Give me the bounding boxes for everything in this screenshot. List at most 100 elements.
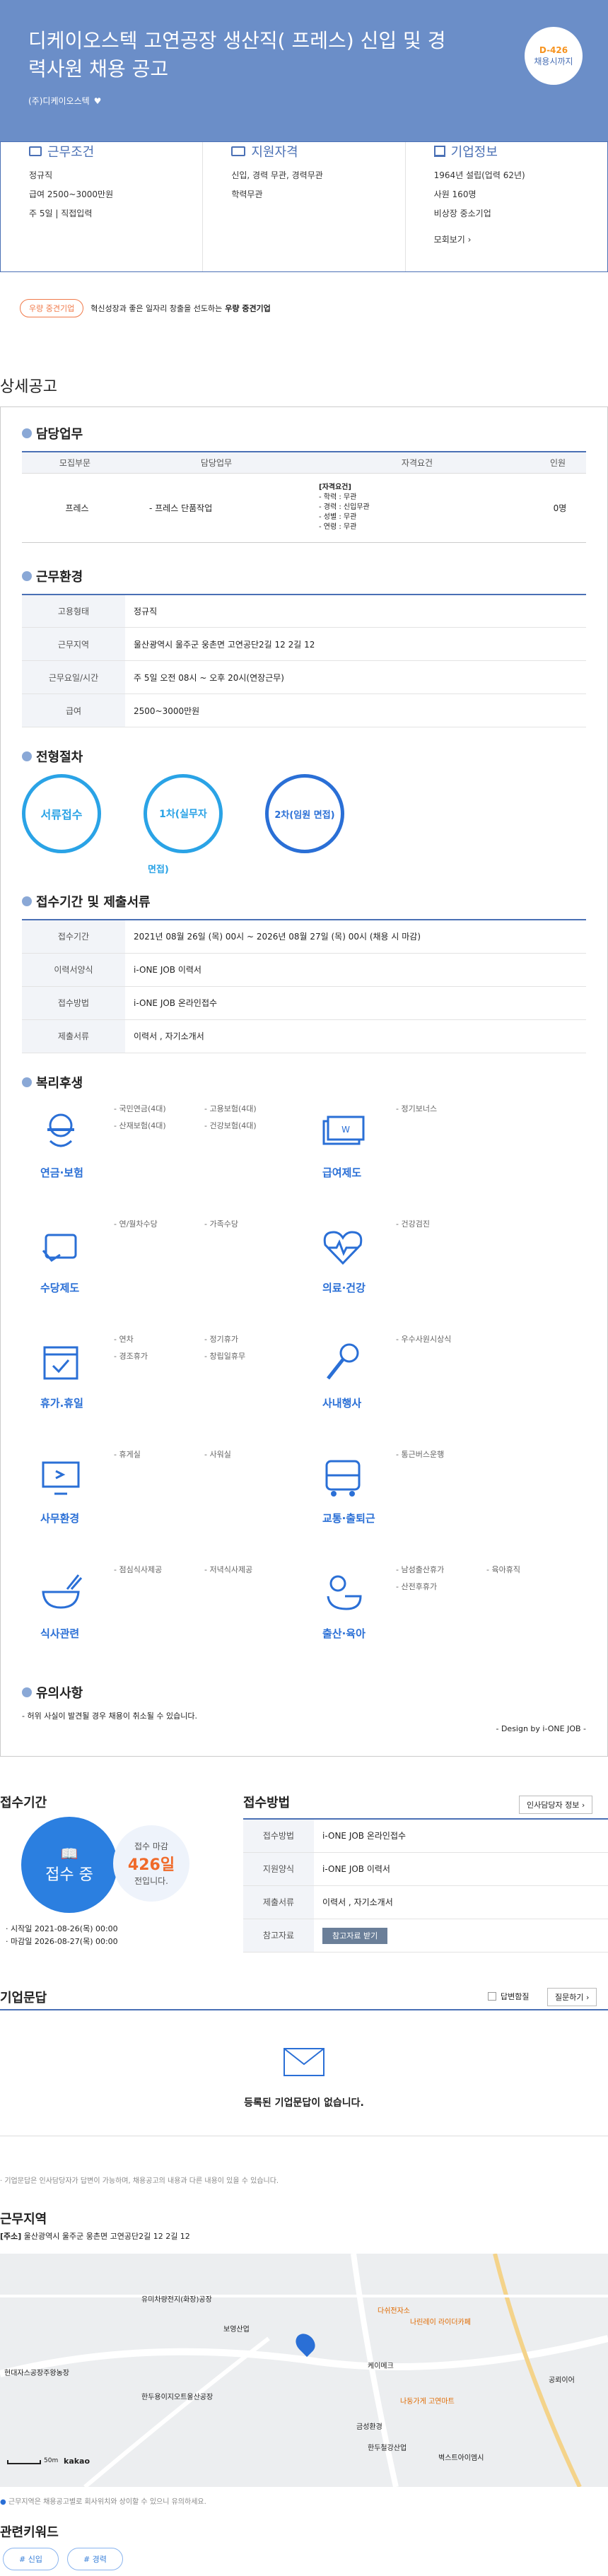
calendar-icon — [43, 1346, 78, 1379]
notice-text: - 허위 사실이 발견될 경우 채용이 취소될 수 있습니다. — [22, 1711, 197, 1721]
table-row: 접수기간 2021년 08월 26일 (목) 00시 ~ 2026년 08월 27… — [22, 920, 586, 954]
welfare-text: - 휴게실 — [114, 1449, 141, 1459]
welfare-label: 연금·보험 — [40, 1166, 83, 1179]
map-label: 금성환경 — [356, 2423, 382, 2431]
company-row: (주)디케이오스텍 ♥ — [28, 95, 580, 107]
notice-title: 유의사항 — [22, 1683, 586, 1702]
summary-line: 학력무관 — [231, 189, 263, 199]
checkbox[interactable] — [488, 1992, 496, 2001]
env-table: 고용형태 정규직 근무지역 울산광역시 울주군 웅촌면 고연공단2길 12 2길 1… — [22, 593, 586, 727]
welfare-text: - 정기보너스 — [396, 1103, 438, 1113]
welfare-text: - 남성출산휴가 — [396, 1564, 445, 1574]
answered-filter[interactable]: 답변함질 — [488, 1991, 529, 2002]
hr-info-button[interactable]: 인사담당자 정보 › — [519, 1796, 593, 1814]
welfare-texts: - 휴게실 - 사워실 — [114, 1448, 295, 1460]
row-key: 지원양식 — [243, 1852, 314, 1886]
summary-qualification: 지원자격 신입, 경력 무관, 경력무관 학력무관 — [203, 142, 406, 271]
id-card-icon — [231, 146, 246, 156]
map-label: 벽스트아이엠시 — [438, 2454, 484, 2462]
table-row: 제출서류 이력서 , 자기소개서 — [22, 1019, 586, 1053]
summary-line: 주 5일 | 직접입력 — [29, 209, 93, 218]
row-key: 제출서류 — [243, 1885, 314, 1919]
welfare-label: 수당제도 — [40, 1281, 80, 1294]
map-brand: kakao — [64, 2457, 90, 2466]
welfare-grid: 연금·보험 - 국민연금(4대) - 고용보험(4대) - 산재보험(4대) - 건강… — [22, 1100, 586, 1676]
summary-line: 사원 160명 — [433, 189, 477, 199]
summary-line: 1964년 설립(업력 62년) — [433, 170, 525, 180]
summary-qualification-title: 지원자격 — [251, 145, 298, 160]
row-key: 근무지역 — [22, 627, 125, 661]
row-value: 이력서 , 자기소개서 — [314, 1885, 608, 1919]
table-row: 이력서양식 i-ONE JOB 이력서 — [22, 953, 586, 987]
row-value: i-ONE JOB 온라인접수 — [125, 986, 586, 1020]
meal-icon — [42, 1574, 83, 1609]
money-icon: W — [322, 1116, 365, 1144]
period-title: 접수기간 — [0, 1796, 47, 1810]
company-name[interactable]: (주)디케이오스텍 — [28, 95, 90, 107]
keyword-chip[interactable]: # 신입 — [3, 2548, 59, 2570]
map-label: 한두철강산업 — [368, 2445, 407, 2452]
welfare-label: 식사관련 — [40, 1627, 80, 1640]
qa-empty-box: 등록된 기업문답이 없습니다. — [0, 2009, 608, 2136]
location-note: ● 근무지역은 채용공고별로 회사위치와 상이할 수 있으니 유의하세요. — [0, 2495, 206, 2506]
address-text: 울산광역시 울주군 웅촌면 고연공단2길 12 2길 12 — [23, 2232, 190, 2241]
map-scale: 50m — [44, 2457, 59, 2464]
welfare-label: 교통·출퇴근 — [322, 1511, 375, 1525]
th-count: 인원 — [530, 451, 586, 474]
table-row: 고용형태 정규직 — [22, 594, 586, 628]
welfare-item: W 급여제도 - 정기보너스 — [304, 1100, 586, 1215]
welfare-label: 사무환경 — [40, 1511, 80, 1525]
welfare-item: 수당제도 - 연/월차수당 - 가족수당 — [22, 1215, 304, 1330]
welfare-item: 사내행사 - 우수사원시상식 — [304, 1330, 586, 1446]
row-value: 2500~3000만원 — [125, 693, 586, 727]
process-title-text: 전형절차 — [36, 750, 83, 765]
heart-icon[interactable]: ♥ — [94, 96, 102, 106]
row-value: 주 5일 오전 08시 ~ 오후 20시(연장근무) — [125, 660, 586, 694]
book-icon: 📖 — [60, 1845, 78, 1862]
attach-download-button[interactable]: 참고자료 받기 — [322, 1927, 388, 1944]
ask-button[interactable]: 질문하기 › — [547, 1988, 597, 2006]
location-map[interactable]: 유미차량전지(화장)공장 보영산업 케이메크 한두용이지오트울산공장 현대자스공… — [0, 2254, 608, 2487]
deadline-label: 접수 마감 — [134, 1842, 168, 1851]
bullet-dot-icon — [22, 896, 32, 906]
deadline-suffix: 전입니다. — [134, 1876, 168, 1886]
map-label: 공뢰이어 — [549, 2377, 575, 2384]
map-scale-bar — [7, 2460, 41, 2464]
th-part: 모집부문 — [22, 451, 128, 474]
duck-icon — [327, 1575, 362, 1610]
table-row: 지원양식 i-ONE JOB 이력서 — [243, 1852, 608, 1886]
welfare-text: - 육아휴직 — [486, 1564, 520, 1574]
welfare-text: - 통근버스운행 — [396, 1449, 445, 1459]
table-row: 접수방법 i-ONE JOB 온라인접수 — [243, 1819, 608, 1853]
keywords-title: 관련키워드 — [0, 2525, 59, 2540]
welfare-item: 연금·보험 - 국민연금(4대) - 고용보험(4대) - 산재보험(4대) - 건강… — [22, 1100, 304, 1215]
welfare-item: 출산·육아 - 남성출산휴가 - 육아휴직 - 산전후휴가 — [304, 1561, 586, 1676]
summary-line: 신입, 경력 무관, 경력무관 — [231, 170, 323, 180]
row-value: i-ONE JOB 이력서 — [314, 1852, 608, 1886]
company-more-link[interactable]: 모회보기 › — [434, 233, 607, 245]
summary-conditions-title: 근무조건 — [47, 145, 95, 160]
row-key: 이력서양식 — [22, 953, 125, 987]
tag-bold: 우량 중견기업 — [225, 304, 271, 313]
qa-title: 기업문답 — [0, 1991, 47, 2006]
welfare-text: - 산재보험(4대) — [114, 1120, 166, 1130]
welfare-texts: - 우수사원시상식 — [396, 1333, 577, 1345]
keyword-chip[interactable]: # 경력 — [66, 2548, 123, 2570]
row-key: 접수방법 — [22, 986, 125, 1020]
summary-line: 정규직 — [29, 170, 53, 180]
table-row: 프레스 - 프레스 단품작업 [자격요건] - 학력 : 무관 - 경력 : 신… — [22, 473, 586, 543]
summary-title-2: 기업정보 — [433, 142, 607, 160]
req-line: - 학력 : 무관 — [319, 493, 357, 501]
row-value: i-ONE JOB 온라인접수 — [314, 1819, 608, 1853]
row-key: 참고자료 — [243, 1919, 314, 1953]
answered-label: 답변함질 — [501, 1992, 530, 2001]
welfare-item: 식사관련 - 점심식사제공 - 저녁식사제공 — [22, 1561, 304, 1676]
qa-empty-text: 등록된 기업문답이 없습니다. — [244, 2097, 364, 2109]
briefcase-icon — [29, 146, 42, 156]
map-label: 현대자스공장주왕농장 — [4, 2370, 69, 2377]
table-row: 제출서류 이력서 , 자기소개서 — [243, 1885, 608, 1919]
row-key: 접수기간 — [22, 920, 125, 954]
company-badge[interactable]: 우량 중견기업 — [20, 299, 84, 317]
welfare-text: - 국민연금(4대) — [114, 1103, 166, 1113]
status-circle: 📖 접수 중 — [21, 1817, 117, 1913]
